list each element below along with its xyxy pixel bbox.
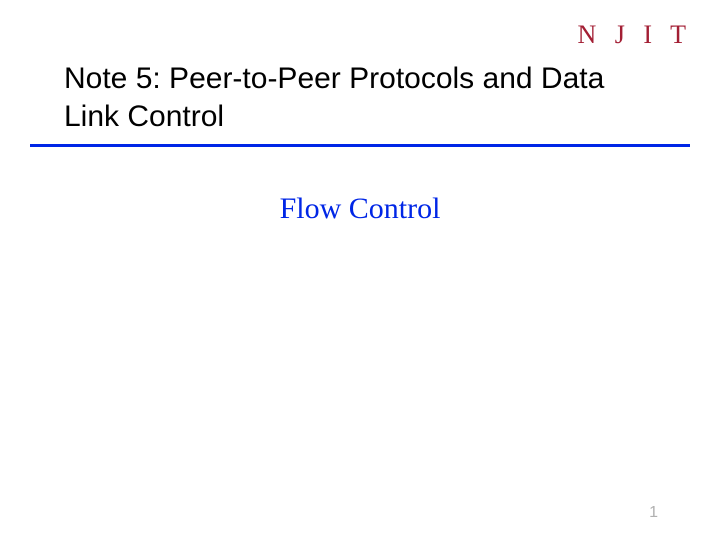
page-number: 1 — [649, 504, 658, 522]
slide-title: Note 5: Peer-to-Peer Protocols and Data … — [64, 60, 656, 135]
horizontal-divider — [30, 144, 690, 147]
slide-subtitle: Flow Control — [0, 192, 720, 226]
logo: N J I T — [578, 20, 692, 50]
